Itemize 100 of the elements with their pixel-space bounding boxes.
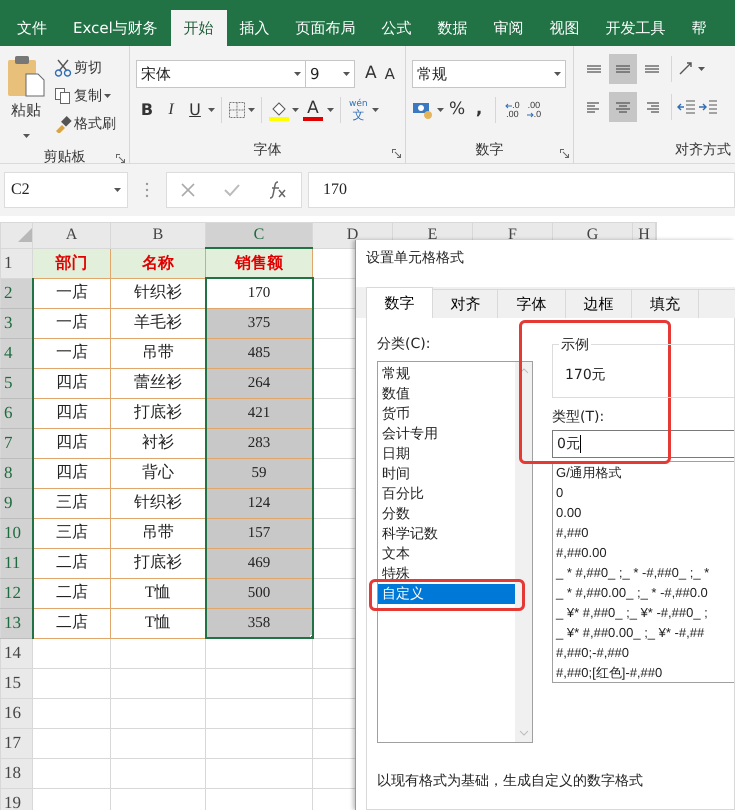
increase-decimal-button[interactable]: .0 .00 [503, 96, 522, 124]
ribbon-tab[interactable]: 插入 [226, 10, 283, 46]
row-header[interactable]: 7 [0, 428, 32, 458]
comma-button[interactable]: , [470, 96, 488, 124]
category-item[interactable]: 货币 [378, 404, 515, 424]
category-item[interactable]: 科学记数 [378, 524, 515, 544]
row-header[interactable]: 8 [0, 458, 32, 488]
cut-button[interactable]: 剪切 [52, 54, 118, 82]
dialog-launcher-icon[interactable] [116, 154, 125, 163]
function-icon[interactable] [268, 181, 288, 199]
row-header[interactable]: 9 [0, 488, 32, 518]
paste-icon[interactable] [6, 54, 46, 98]
row-header[interactable]: 6 [0, 398, 32, 428]
category-item[interactable]: 特殊 [378, 564, 515, 584]
shrink-font-button[interactable]: A [382, 60, 397, 88]
category-item[interactable]: 文本 [378, 544, 515, 564]
category-item[interactable]: 分数 [378, 504, 515, 524]
category-item[interactable]: 数值 [378, 384, 515, 404]
format-item[interactable]: _ ¥* #,##0_ ;_ ¥* -#,##0_ ; [553, 603, 734, 623]
format-item[interactable]: _ * #,##0.00_ ;_ * -#,##0.0 [553, 583, 734, 603]
format-item[interactable]: 0 [553, 483, 734, 503]
increase-indent-icon[interactable] [698, 98, 718, 116]
row-header[interactable]: 18 [0, 758, 32, 788]
font-color-button[interactable]: A [301, 96, 325, 124]
row-header[interactable]: 19 [0, 788, 32, 810]
ribbon-tab[interactable]: Excel与财务 [60, 10, 171, 46]
format-painter-button[interactable]: 格式刷 [52, 110, 118, 138]
table-cell: 四店 [32, 398, 110, 428]
format-item[interactable]: _ * #,##0_ ;_ * -#,##0_ ;_ * [553, 563, 734, 583]
underline-button[interactable]: U [184, 96, 206, 124]
category-item[interactable]: 会计专用 [378, 424, 515, 444]
caret-icon [292, 108, 299, 112]
row-header[interactable]: 17 [0, 728, 32, 758]
row-header[interactable]: 10 [0, 518, 32, 548]
align-middle-button[interactable] [609, 54, 637, 84]
check-icon[interactable] [222, 182, 241, 198]
font-name-dropdown[interactable]: 宋体 [136, 60, 306, 88]
format-item[interactable]: #,##0;-#,##0 [553, 643, 734, 663]
row-header[interactable]: 1 [0, 248, 32, 278]
row-header[interactable]: 5 [0, 368, 32, 398]
row-header[interactable]: 16 [0, 698, 32, 728]
bold-button[interactable]: B [136, 96, 158, 124]
italic-button[interactable]: I [160, 96, 182, 124]
align-top-icon [586, 65, 602, 73]
table-cell: 375 [206, 308, 312, 338]
dialog-launcher-icon[interactable] [392, 149, 401, 158]
format-item[interactable]: #,##0 [553, 523, 734, 543]
ribbon-tab[interactable]: 文件 [4, 10, 60, 46]
decrease-decimal-button[interactable]: .00 .0 [524, 96, 544, 124]
number-format-dropdown[interactable]: 常规 [412, 60, 566, 88]
currency-icon[interactable] [412, 100, 434, 120]
row-header[interactable]: 13 [0, 608, 32, 638]
table-cell: 124 [206, 488, 312, 518]
formula-input[interactable]: 170 [308, 172, 735, 208]
row-header[interactable]: 2 [0, 278, 32, 308]
column-header[interactable]: B [110, 222, 206, 248]
format-item[interactable]: #,##0.00 [553, 543, 734, 563]
format-item[interactable]: 0.00 [553, 503, 734, 523]
align-center-button[interactable] [609, 92, 637, 122]
ribbon-tab[interactable]: 公式 [368, 10, 425, 46]
category-item[interactable]: 日期 [378, 444, 515, 464]
border-icon[interactable] [228, 101, 246, 119]
ribbon-tab[interactable]: 页面布局 [282, 10, 369, 46]
row-header[interactable]: 15 [0, 668, 32, 698]
format-item[interactable]: G/通用格式 [553, 463, 734, 483]
paste-button[interactable]: 粘贴 [11, 98, 41, 122]
row-header[interactable]: 3 [0, 308, 32, 338]
table-cell: 三店 [32, 518, 110, 548]
type-input[interactable]: 0元 [552, 430, 734, 458]
phonetic-button[interactable]: wén 文 [347, 96, 370, 124]
caret-icon [294, 72, 301, 76]
ribbon-tab[interactable]: 开始 [170, 10, 227, 46]
format-item[interactable]: _ ¥* #,##0.00_ ;_ ¥* -#,## [553, 623, 734, 643]
row-header[interactable]: 11 [0, 548, 32, 578]
grow-font-button[interactable]: A [363, 60, 379, 88]
ribbon-tab[interactable]: 数据 [424, 10, 481, 46]
font-size-dropdown[interactable]: 9 [305, 60, 355, 88]
table-cell: 二店 [32, 548, 110, 578]
category-item[interactable]: 自定义 [378, 584, 515, 604]
table-cell: 四店 [32, 428, 110, 458]
ribbon-tab[interactable]: 视图 [536, 10, 593, 46]
ribbon-tab[interactable]: 开发工具 [592, 10, 679, 46]
dialog-tab[interactable]: 数字 [366, 287, 434, 318]
row-header[interactable]: 14 [0, 638, 32, 668]
percent-button[interactable]: % [447, 96, 468, 124]
copy-button[interactable]: 复制 [52, 82, 104, 110]
row-header[interactable]: 4 [0, 338, 32, 368]
row-header[interactable]: 12 [0, 578, 32, 608]
ribbon-tab[interactable]: 帮 [678, 10, 720, 46]
column-header[interactable]: A [32, 222, 110, 248]
name-box[interactable]: C2 [4, 172, 128, 208]
ribbon-tab[interactable]: 审阅 [480, 10, 537, 46]
dialog-launcher-icon[interactable] [560, 149, 569, 158]
category-item[interactable]: 时间 [378, 464, 515, 484]
scissors-icon [54, 59, 72, 77]
decrease-indent-icon[interactable] [677, 98, 697, 116]
category-item[interactable]: 常规 [378, 364, 515, 384]
format-item[interactable]: #,##0;[红色]-#,##0 [553, 663, 734, 682]
column-header[interactable]: C [206, 222, 312, 248]
category-item[interactable]: 百分比 [378, 484, 515, 504]
